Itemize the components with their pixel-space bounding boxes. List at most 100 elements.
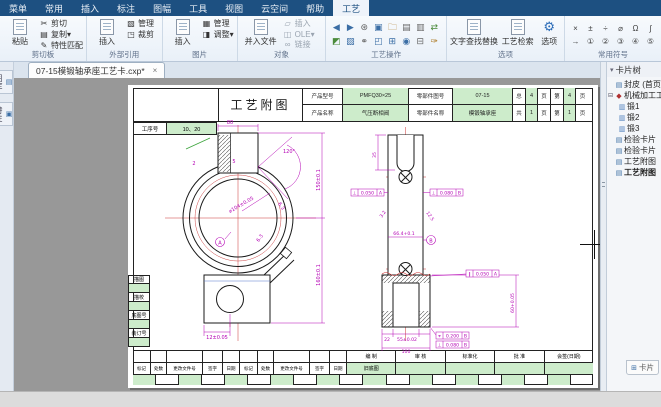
image-manage-button[interactable]: ▦管理 bbox=[202, 18, 234, 29]
symbol-button[interactable]: ② bbox=[598, 35, 613, 47]
gear-icon: ⚙ bbox=[543, 19, 555, 35]
symbol-button[interactable]: × bbox=[568, 22, 583, 34]
xref-manage-button[interactable]: ▧管理 bbox=[126, 18, 154, 29]
new-card-icon[interactable]: ▤ bbox=[399, 21, 413, 34]
grid-icon: ⊞ bbox=[631, 364, 637, 372]
menu-item[interactable]: 视图 bbox=[216, 0, 252, 16]
symbol-button[interactable]: ± bbox=[583, 22, 598, 34]
xref-insert-button[interactable]: 插入 bbox=[90, 18, 124, 50]
cancel-op-icon[interactable]: ⊛ bbox=[357, 21, 371, 34]
menu-item-active[interactable]: 工艺 bbox=[333, 0, 369, 16]
svg-text:B: B bbox=[464, 343, 467, 349]
paste-card-icon[interactable]: ▨ bbox=[343, 35, 357, 48]
menu-item[interactable]: 图幅 bbox=[144, 0, 180, 16]
paste-icon bbox=[13, 19, 27, 35]
menu-item[interactable]: 云空间 bbox=[252, 0, 297, 16]
edit-card-icon[interactable]: ▣ bbox=[371, 21, 385, 34]
find-replace-button[interactable]: 文字查找替换 bbox=[450, 18, 498, 50]
tree-item-cover[interactable]: ▤封皮 (首页) bbox=[607, 79, 661, 90]
image-adjust-button[interactable]: ◨调整 ▾ bbox=[202, 29, 234, 40]
swap-card-icon[interactable]: ⇄ bbox=[427, 21, 441, 34]
gdt-frame-perp-b: ⊥ 0.080 B bbox=[430, 189, 463, 197]
svg-text:0.050: 0.050 bbox=[476, 272, 489, 278]
prev-card-icon[interactable]: ◀ bbox=[329, 21, 343, 34]
properties-icon: ▣ bbox=[4, 106, 12, 122]
document-tab-bar: 07-15模锻轴承座工艺卡.cxp* × bbox=[14, 62, 661, 78]
svg-text:A: A bbox=[218, 240, 222, 246]
tree-item-inspection-card[interactable]: ▤检验卡片 bbox=[607, 134, 661, 145]
next-card-icon[interactable]: ▶ bbox=[343, 21, 357, 34]
menu-item[interactable]: 菜单 bbox=[0, 0, 36, 16]
picture-icon: ▦ bbox=[202, 19, 212, 28]
library-vertical-tab[interactable]: ▤图库 bbox=[0, 70, 13, 94]
image-insert-button[interactable]: 插入 bbox=[166, 18, 200, 50]
sheet-icon[interactable]: ⊟ bbox=[413, 35, 427, 48]
fill-card-icon[interactable]: ◩ bbox=[329, 35, 343, 48]
svg-text:B: B bbox=[464, 334, 467, 340]
clip-icon: ◳ bbox=[126, 30, 136, 39]
chevron-down-icon[interactable]: ▾ bbox=[610, 66, 614, 74]
copy-card-icon[interactable]: ▥ bbox=[413, 21, 427, 34]
svg-text:∥: ∥ bbox=[468, 272, 470, 278]
menu-item[interactable]: 插入 bbox=[72, 0, 108, 16]
svg-text:66.4+0.1: 66.4+0.1 bbox=[393, 231, 414, 237]
drawing-canvas[interactable]: 工艺附图 产品型号 PMFQ30×25 零部件图号 07-15 总 4 页 第 … bbox=[14, 78, 600, 391]
table-card-icon[interactable]: ◰ bbox=[371, 35, 385, 48]
close-tab-icon[interactable]: × bbox=[153, 66, 158, 75]
symbol-button[interactable]: ⑤ bbox=[643, 35, 658, 47]
tree-item-step[interactable]: ▥锻2 bbox=[607, 112, 661, 123]
properties-vertical-tab[interactable]: ▣特性 bbox=[0, 102, 13, 126]
gdt-frame-parallel-a: ∥ 0.050 A bbox=[466, 270, 499, 278]
symbol-button[interactable]: ④ bbox=[628, 35, 643, 47]
image-icon bbox=[176, 19, 190, 35]
menu-item[interactable]: 帮助 bbox=[297, 0, 333, 16]
menu-item[interactable]: 标注 bbox=[108, 0, 144, 16]
menu-item[interactable]: 常用 bbox=[36, 0, 72, 16]
card-preview-tab[interactable]: ⊞ 卡片 bbox=[626, 360, 659, 375]
grid-icon[interactable]: ⊞ bbox=[385, 35, 399, 48]
svg-text:100: 100 bbox=[402, 349, 411, 355]
copy-button[interactable]: ▤复制 ▾ bbox=[39, 29, 83, 40]
options-button[interactable]: ⚙ 选项 bbox=[537, 18, 561, 50]
collapse-icon[interactable]: ⊟ bbox=[607, 92, 614, 99]
svg-text:0.080: 0.080 bbox=[446, 343, 459, 349]
symbol-button[interactable]: ÷ bbox=[598, 22, 613, 34]
cut-button[interactable]: ✂剪切 bbox=[39, 18, 83, 29]
svg-text:160±0.1: 160±0.1 bbox=[316, 264, 322, 286]
xref-clip-button[interactable]: ◳裁剪 bbox=[126, 29, 154, 40]
svg-text:B: B bbox=[458, 191, 461, 197]
ole-button[interactable]: ◫OLE ▾ bbox=[283, 29, 315, 39]
svg-text:22: 22 bbox=[384, 337, 390, 343]
boss-hatch bbox=[219, 135, 231, 172]
link-card-icon[interactable]: ⚭ bbox=[357, 35, 371, 48]
process-search-button[interactable]: 工艺检索 bbox=[498, 18, 537, 50]
symbol-button[interactable]: → bbox=[568, 35, 583, 47]
card-folder-icon[interactable]: 🗀 bbox=[385, 21, 399, 34]
process-sheet[interactable]: 工艺附图 产品型号 PMFQ30×25 零部件图号 07-15 总 4 页 第 … bbox=[128, 85, 598, 388]
tree-item-attached-figure-active[interactable]: ▤工艺附图 bbox=[607, 167, 661, 178]
brush2-icon[interactable]: ✑ bbox=[427, 35, 441, 48]
svg-text:3.2: 3.2 bbox=[379, 210, 388, 219]
tree-item-inspection-card[interactable]: ▤检验卡片 bbox=[607, 145, 661, 156]
ribbon-group-options: 文字查找替换 工艺检索 ⚙ 选项 选项 bbox=[447, 16, 565, 61]
document-tab[interactable]: 07-15模锻轴承座工艺卡.cxp* × bbox=[28, 62, 165, 78]
object-insert-button[interactable]: ▱插入 bbox=[283, 18, 315, 29]
right-foot-hatch bbox=[419, 311, 430, 327]
symbol-button[interactable]: ∫ bbox=[643, 22, 658, 34]
symbol-button[interactable]: Ω bbox=[628, 22, 643, 34]
tree-item-step[interactable]: ▥锻1 bbox=[607, 101, 661, 112]
symbol-button[interactable]: ③ bbox=[613, 35, 628, 47]
paste-button[interactable]: 粘贴 bbox=[3, 18, 37, 50]
svg-text:35: 35 bbox=[372, 152, 378, 158]
play-icon[interactable]: ◉ bbox=[399, 35, 413, 48]
menu-item[interactable]: 工具 bbox=[180, 0, 216, 16]
symbol-button[interactable]: ① bbox=[583, 35, 598, 47]
bearing-seat-side-view bbox=[382, 135, 430, 327]
merge-file-button[interactable]: 并入文件 bbox=[241, 18, 281, 50]
tree-item-step[interactable]: ▥锻3 bbox=[607, 123, 661, 134]
tree-item-attached-figure[interactable]: ▤工艺附图 bbox=[607, 156, 661, 167]
symbol-button[interactable]: ⌀ bbox=[613, 22, 628, 34]
merge-file-icon bbox=[254, 19, 268, 35]
leader-green bbox=[186, 138, 210, 149]
tree-item-process-card[interactable]: ⊟◆机械加工工艺过程卡 bbox=[607, 90, 661, 101]
